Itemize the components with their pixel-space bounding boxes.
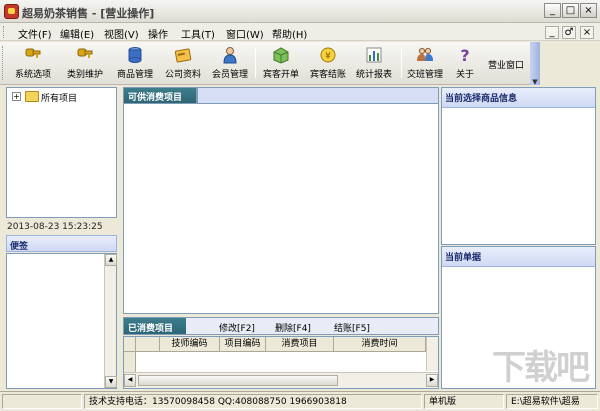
goods-manage-label: 商品管理 — [116, 70, 153, 80]
maximize-button[interactable]: □ — [562, 3, 579, 18]
svg-text:¥: ¥ — [325, 52, 331, 62]
status-vendor: E:\超易软件\超易 — [506, 394, 598, 409]
column-consume-time[interactable]: 消费时间 — [334, 337, 426, 352]
tree-root-label[interactable]: 所有项目 — [41, 91, 77, 104]
menu-operate[interactable]: 操作 — [148, 26, 168, 41]
shift-manage-label: 交班管理 — [406, 70, 443, 80]
svg-text:?: ? — [460, 46, 469, 64]
scroll-right-icon[interactable]: ▶ — [426, 374, 438, 387]
card-icon — [174, 48, 192, 63]
question-icon: ? — [460, 46, 469, 64]
scroll-thumb[interactable] — [138, 375, 338, 386]
memo-header: 便签 — [6, 235, 117, 252]
toolbar-overflow-chevron-icon[interactable]: ▼ — [530, 42, 540, 86]
grid-corner — [124, 337, 136, 352]
available-items-tabbar: 可供消费项目 — [123, 87, 439, 104]
current-bill-header: 当前单据 — [442, 247, 595, 267]
app-icon — [4, 4, 19, 19]
memo-textarea[interactable]: ▲ ▼ — [6, 253, 117, 389]
column-item-code[interactable]: 项目编码 — [220, 337, 266, 352]
system-options-label: 系统选项 — [14, 70, 51, 80]
scroll-down-icon[interactable]: ▼ — [105, 376, 117, 388]
business-window-button[interactable]: 营业窗口 — [482, 45, 530, 83]
category-maintain-label: 类别维护 — [66, 70, 103, 80]
people-icon — [417, 47, 433, 61]
status-edition: 单机版 — [424, 394, 504, 409]
tab-consumed-items[interactable]: 已消费项目 — [124, 318, 186, 334]
menu-help[interactable]: 帮助(H) — [272, 26, 307, 41]
company-info-label: 公司资料 — [164, 70, 201, 80]
checkout-button[interactable]: 结账[F5] — [334, 321, 370, 334]
menu-bar: 文件(F) 编辑(E) 视图(V) 操作 工具(T) 窗口(W) 帮助(H) _… — [0, 23, 600, 41]
close-button[interactable]: × — [580, 3, 597, 18]
business-window-label: 营业窗口 — [487, 61, 524, 71]
database-icon — [128, 47, 142, 63]
selected-goods-info-panel: 当前选择商品信息 — [441, 87, 596, 245]
category-tree[interactable]: + 所有项目 — [6, 87, 117, 218]
selected-goods-info-header: 当前选择商品信息 — [442, 88, 595, 108]
mdi-minimize-button[interactable]: _ — [545, 26, 559, 39]
menu-view[interactable]: 视图(V) — [104, 26, 139, 41]
guest-checkout-button[interactable]: ¥ 宾客结账 — [305, 45, 351, 83]
system-options-button[interactable]: 系统选项 — [10, 45, 56, 83]
grid-horizontal-scrollbar[interactable]: ◀ ▶ — [124, 372, 438, 388]
goods-manage-button[interactable]: 商品管理 — [112, 45, 158, 83]
toolbar-grip — [2, 46, 5, 80]
column-tech-code[interactable]: 技师编码 — [160, 337, 220, 352]
grid-indicator-column — [136, 337, 160, 352]
consumed-items-tabbar: 已消费项目 修改[F2] 删除[F4] 结账[F5] — [123, 317, 439, 335]
grid-header-row: 技师编码 项目编码 消费项目 消费时间 — [124, 337, 438, 352]
shift-manage-button[interactable]: 交班管理 — [402, 45, 448, 83]
person-icon — [223, 47, 237, 64]
watermark: 下载吧 — [492, 348, 590, 388]
scroll-left-icon[interactable]: ◀ — [124, 374, 136, 387]
category-maintain-button[interactable]: 类别维护 — [62, 45, 108, 83]
key-icon — [25, 48, 41, 58]
toolbar: 系统选项 类别维护 商品管理 公司资料 会员管理 宾客开单 ¥ 宾客结账 统计报… — [0, 42, 540, 85]
company-info-button[interactable]: 公司资料 — [160, 45, 206, 83]
menu-file[interactable]: 文件(F) — [18, 26, 52, 41]
column-item-name[interactable]: 消费项目 — [266, 337, 334, 352]
guest-checkout-label: 宾客结账 — [309, 70, 346, 80]
key-icon — [77, 48, 93, 58]
row-header — [124, 352, 136, 372]
available-items-pane[interactable] — [123, 104, 439, 314]
window-title: 超易奶茶销售 - [营业操作] — [22, 7, 155, 20]
folder-icon — [25, 91, 39, 102]
status-blank — [2, 394, 82, 409]
about-button[interactable]: ? 关于 — [450, 45, 480, 83]
box-icon — [273, 47, 289, 64]
scroll-up-icon[interactable]: ▲ — [105, 254, 117, 266]
status-bar: 技术支持电话：13570098458 QQ:408088750 19669038… — [0, 391, 600, 411]
status-support: 技术支持电话：13570098458 QQ:408088750 19669038… — [84, 394, 422, 409]
consumed-items-grid[interactable]: 技师编码 项目编码 消费项目 消费时间 ◀ ▶ — [123, 336, 439, 389]
delete-button[interactable]: 删除[F4] — [275, 321, 311, 334]
guest-open-button[interactable]: 宾客开单 — [258, 45, 304, 83]
tab-available-items[interactable]: 可供消费项目 — [124, 88, 198, 103]
stats-report-label: 统计报表 — [355, 70, 392, 80]
guest-open-label: 宾客开单 — [262, 70, 299, 80]
member-manage-button[interactable]: 会员管理 — [207, 45, 253, 83]
member-manage-label: 会员管理 — [211, 70, 248, 80]
tree-expand-icon[interactable]: + — [12, 92, 21, 101]
chart-icon — [366, 47, 382, 63]
about-label: 关于 — [455, 70, 474, 80]
mdi-close-button[interactable]: × — [580, 26, 594, 39]
menu-window[interactable]: 窗口(W) — [226, 26, 264, 41]
menu-grip — [3, 26, 6, 38]
minimize-button[interactable]: _ — [544, 3, 561, 18]
menu-tools[interactable]: 工具(T) — [181, 26, 215, 41]
title-bar: 超易奶茶销售 - [营业操作] _ □ × — [0, 0, 600, 23]
current-datetime: 2013-08-23 15:23:25 — [7, 222, 103, 232]
toolbar-separator — [255, 48, 256, 78]
mdi-restore-button[interactable]: ♂ — [562, 26, 576, 39]
modify-button[interactable]: 修改[F2] — [219, 321, 255, 334]
memo-scrollbar[interactable]: ▲ ▼ — [104, 254, 117, 388]
grid-vertical-scrollbar[interactable] — [426, 337, 438, 371]
coin-icon: ¥ — [320, 47, 336, 63]
menu-edit[interactable]: 编辑(E) — [60, 26, 94, 41]
stats-report-button[interactable]: 统计报表 — [351, 45, 397, 83]
